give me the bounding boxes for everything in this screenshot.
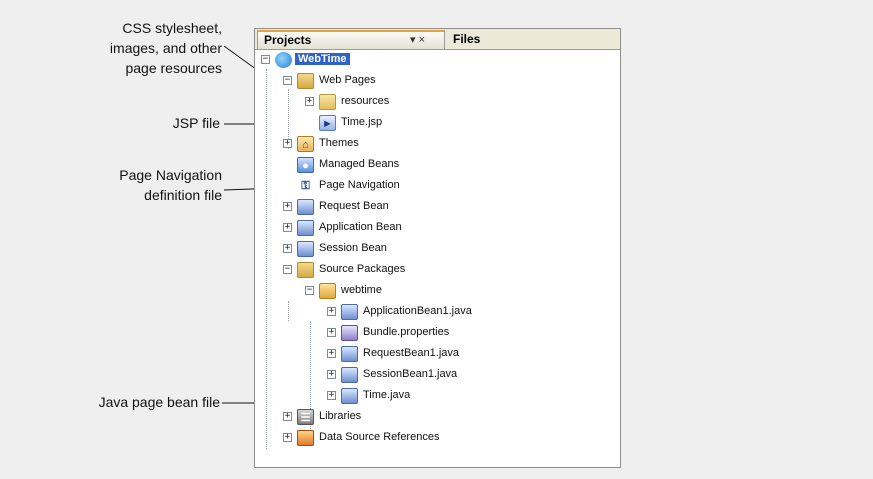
tree-node-label: ApplicationBean1.java — [363, 305, 472, 317]
callout-line: CSS stylesheet, — [122, 20, 222, 36]
callout-line: Page Navigation — [119, 167, 222, 183]
managed-beans-icon: ● — [297, 157, 314, 173]
tree-node-session-bean-java[interactable]: + SessionBean1.java — [327, 366, 587, 385]
expand-toggle[interactable]: + — [283, 139, 292, 148]
expand-toggle[interactable]: + — [327, 391, 336, 400]
tree-node-label: resources — [341, 95, 390, 107]
tree-node-session-bean[interactable]: + Session Bean — [283, 240, 583, 259]
tree-node-label: Time.jsp — [341, 116, 383, 128]
expand-toggle[interactable]: + — [327, 307, 336, 316]
data-source-icon — [297, 430, 314, 446]
tree-node-label: RequestBean1.java — [363, 347, 460, 359]
tab-files-label: Files — [453, 32, 481, 46]
tree-node-label: Page Navigation — [319, 179, 400, 191]
tree-node-time-jsp[interactable]: ► Time.jsp — [305, 114, 585, 133]
tree-node-managed-beans[interactable]: ● Managed Beans — [283, 156, 583, 175]
tree-node-label: WebTime — [295, 53, 350, 65]
tree-node-label: SessionBean1.java — [363, 368, 458, 380]
tab-files[interactable]: Files — [447, 31, 537, 48]
tab-projects[interactable]: Projects ▾ × — [257, 30, 445, 49]
tree-guide — [266, 69, 267, 449]
themes-icon: ⌂ — [297, 136, 314, 152]
tree-node-label: Source Packages — [319, 263, 406, 275]
projects-window: Projects ▾ × Files − WebTime − Web Pages… — [254, 28, 621, 468]
expand-toggle[interactable]: + — [327, 328, 336, 337]
expand-toggle[interactable]: + — [327, 370, 336, 379]
callout-java-bean: Java page bean file — [98, 394, 220, 410]
tree-node-label: Web Pages — [319, 74, 376, 86]
project-tree: − WebTime − Web Pages + resources ► Time… — [255, 51, 620, 467]
bean-icon — [297, 241, 314, 257]
package-icon — [319, 283, 336, 299]
tree-node-themes[interactable]: + ⌂ Themes — [283, 135, 583, 154]
java-file-icon — [341, 367, 358, 383]
window-tab-bar: Projects ▾ × Files — [255, 29, 620, 50]
tree-node-libraries[interactable]: + ☰ Libraries — [283, 408, 583, 427]
tree-node-request-bean-java[interactable]: + RequestBean1.java — [327, 345, 587, 364]
expand-toggle[interactable]: + — [305, 97, 314, 106]
tree-node-source-packages[interactable]: − Source Packages — [283, 261, 583, 280]
bean-icon — [297, 220, 314, 236]
tree-node-webtime-package[interactable]: − webtime — [305, 282, 585, 301]
tree-node-label: Session Bean — [319, 242, 387, 254]
tree-node-bundle-properties[interactable]: + Bundle.properties — [327, 324, 587, 343]
libraries-icon: ☰ — [297, 409, 314, 425]
callout-jsp: JSP file — [172, 115, 220, 131]
tree-node-label: Data Source References — [319, 431, 440, 443]
callout-line: definition file — [144, 187, 222, 203]
tree-node-label: Libraries — [319, 410, 362, 422]
expand-toggle[interactable]: + — [283, 433, 292, 442]
tree-node-application-bean[interactable]: + Application Bean — [283, 219, 583, 238]
callout-css-resources: CSS stylesheet, images, and other page r… — [48, 18, 222, 78]
expand-toggle[interactable]: + — [327, 349, 336, 358]
collapse-toggle[interactable]: − — [283, 265, 292, 274]
tree-node-label: Bundle.properties — [363, 326, 450, 338]
tree-node-label: Time.java — [363, 389, 411, 401]
source-packages-folder-icon — [297, 262, 314, 278]
tree-node-label: Request Bean — [319, 200, 389, 212]
expand-toggle[interactable]: + — [283, 223, 292, 232]
expand-toggle[interactable]: + — [283, 244, 292, 253]
figure-background: CSS stylesheet, images, and other page r… — [0, 0, 873, 479]
tree-node-label: Managed Beans — [319, 158, 400, 170]
bean-icon — [297, 199, 314, 215]
tree-node-webtime-project[interactable]: − WebTime — [261, 51, 601, 70]
expand-toggle[interactable]: + — [283, 412, 292, 421]
tree-guide — [288, 301, 289, 321]
callout-line: images, and other — [109, 40, 222, 56]
folder-icon — [319, 94, 336, 110]
jsp-file-icon: ► — [319, 115, 336, 131]
tab-menu-close-controls[interactable]: ▾ × — [410, 33, 425, 46]
tree-node-request-bean[interactable]: + Request Bean — [283, 198, 583, 217]
tree-node-data-source-references[interactable]: + Data Source References — [283, 429, 583, 448]
callout-line: page resources — [125, 60, 222, 76]
tree-node-web-pages[interactable]: − Web Pages — [283, 72, 583, 91]
properties-file-icon — [341, 325, 358, 341]
expand-toggle[interactable]: + — [283, 202, 292, 211]
web-project-icon — [275, 52, 292, 68]
tree-node-label: webtime — [341, 284, 382, 296]
callout-page-navigation: Page Navigation definition file — [48, 165, 222, 205]
java-file-icon — [341, 346, 358, 362]
tree-node-page-navigation[interactable]: ⚿ Page Navigation — [283, 177, 583, 196]
tab-projects-label: Projects — [264, 33, 312, 47]
tree-node-label: Themes — [319, 137, 359, 149]
java-file-icon — [341, 304, 358, 320]
tree-node-time-java[interactable]: + Time.java — [327, 387, 587, 406]
tree-node-resources[interactable]: + resources — [305, 93, 585, 112]
tree-node-label: Application Bean — [319, 221, 402, 233]
java-file-icon — [341, 388, 358, 404]
web-pages-folder-icon — [297, 73, 314, 89]
tree-node-application-bean-java[interactable]: + ApplicationBean1.java — [327, 303, 587, 322]
collapse-toggle[interactable]: − — [305, 286, 314, 295]
page-navigation-icon: ⚿ — [301, 180, 310, 192]
collapse-toggle[interactable]: − — [283, 76, 292, 85]
collapse-toggle[interactable]: − — [261, 55, 270, 64]
